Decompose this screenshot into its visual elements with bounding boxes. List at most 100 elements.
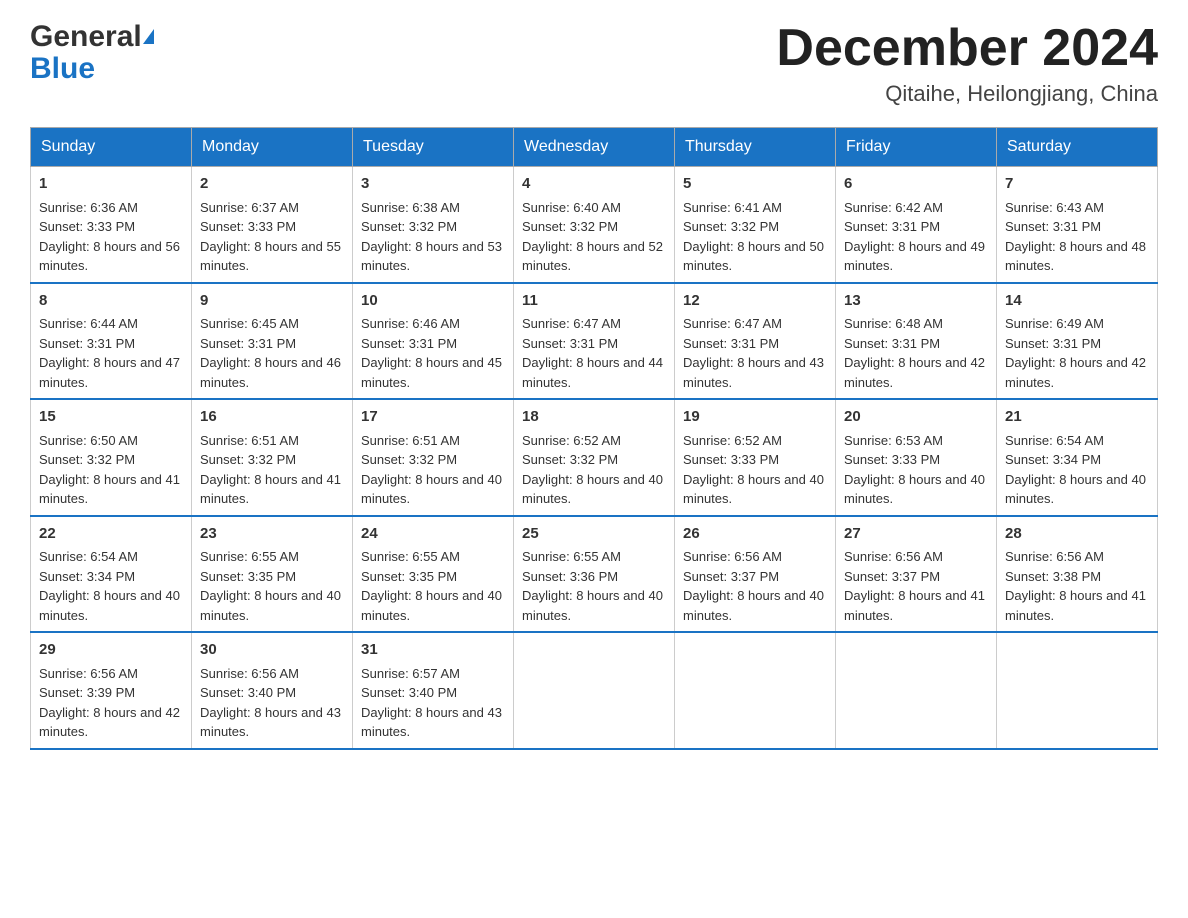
title-section: December 2024 Qitaihe, Heilongjiang, Chi… bbox=[776, 20, 1158, 107]
day-header-friday: Friday bbox=[836, 128, 997, 167]
day-number: 6 bbox=[844, 173, 988, 196]
day-number: 15 bbox=[39, 406, 183, 429]
day-info: Sunrise: 6:53 AMSunset: 3:33 PMDaylight:… bbox=[844, 431, 988, 509]
day-number: 14 bbox=[1005, 290, 1149, 313]
calendar-cell bbox=[514, 632, 675, 749]
logo-blue-text: Blue bbox=[30, 52, 95, 86]
day-info: Sunrise: 6:52 AMSunset: 3:32 PMDaylight:… bbox=[522, 431, 666, 509]
calendar-cell: 18Sunrise: 6:52 AMSunset: 3:32 PMDayligh… bbox=[514, 399, 675, 516]
day-number: 5 bbox=[683, 173, 827, 196]
day-number: 17 bbox=[361, 406, 505, 429]
logo-general-label: General bbox=[30, 20, 142, 54]
day-info: Sunrise: 6:55 AMSunset: 3:35 PMDaylight:… bbox=[200, 547, 344, 625]
day-info: Sunrise: 6:37 AMSunset: 3:33 PMDaylight:… bbox=[200, 198, 344, 276]
calendar-cell: 10Sunrise: 6:46 AMSunset: 3:31 PMDayligh… bbox=[353, 283, 514, 400]
calendar-cell: 4Sunrise: 6:40 AMSunset: 3:32 PMDaylight… bbox=[514, 167, 675, 283]
calendar-cell: 8Sunrise: 6:44 AMSunset: 3:31 PMDaylight… bbox=[31, 283, 192, 400]
day-info: Sunrise: 6:43 AMSunset: 3:31 PMDaylight:… bbox=[1005, 198, 1149, 276]
day-info: Sunrise: 6:54 AMSunset: 3:34 PMDaylight:… bbox=[1005, 431, 1149, 509]
calendar-cell bbox=[675, 632, 836, 749]
day-number: 10 bbox=[361, 290, 505, 313]
day-number: 8 bbox=[39, 290, 183, 313]
calendar-cell: 28Sunrise: 6:56 AMSunset: 3:38 PMDayligh… bbox=[997, 516, 1158, 633]
day-info: Sunrise: 6:51 AMSunset: 3:32 PMDaylight:… bbox=[361, 431, 505, 509]
calendar-cell: 9Sunrise: 6:45 AMSunset: 3:31 PMDaylight… bbox=[192, 283, 353, 400]
day-info: Sunrise: 6:42 AMSunset: 3:31 PMDaylight:… bbox=[844, 198, 988, 276]
day-header-tuesday: Tuesday bbox=[353, 128, 514, 167]
calendar-cell: 29Sunrise: 6:56 AMSunset: 3:39 PMDayligh… bbox=[31, 632, 192, 749]
calendar-cell: 22Sunrise: 6:54 AMSunset: 3:34 PMDayligh… bbox=[31, 516, 192, 633]
day-info: Sunrise: 6:47 AMSunset: 3:31 PMDaylight:… bbox=[522, 314, 666, 392]
day-number: 25 bbox=[522, 523, 666, 546]
calendar-cell: 11Sunrise: 6:47 AMSunset: 3:31 PMDayligh… bbox=[514, 283, 675, 400]
day-number: 11 bbox=[522, 290, 666, 313]
day-number: 22 bbox=[39, 523, 183, 546]
logo: General Blue bbox=[30, 20, 154, 86]
day-number: 9 bbox=[200, 290, 344, 313]
calendar-header: SundayMondayTuesdayWednesdayThursdayFrid… bbox=[31, 128, 1158, 167]
day-info: Sunrise: 6:40 AMSunset: 3:32 PMDaylight:… bbox=[522, 198, 666, 276]
day-number: 1 bbox=[39, 173, 183, 196]
day-number: 16 bbox=[200, 406, 344, 429]
calendar-cell: 14Sunrise: 6:49 AMSunset: 3:31 PMDayligh… bbox=[997, 283, 1158, 400]
day-header-thursday: Thursday bbox=[675, 128, 836, 167]
day-info: Sunrise: 6:55 AMSunset: 3:36 PMDaylight:… bbox=[522, 547, 666, 625]
day-number: 26 bbox=[683, 523, 827, 546]
day-number: 7 bbox=[1005, 173, 1149, 196]
calendar-week-row: 22Sunrise: 6:54 AMSunset: 3:34 PMDayligh… bbox=[31, 516, 1158, 633]
calendar-cell: 3Sunrise: 6:38 AMSunset: 3:32 PMDaylight… bbox=[353, 167, 514, 283]
calendar-cell: 20Sunrise: 6:53 AMSunset: 3:33 PMDayligh… bbox=[836, 399, 997, 516]
calendar-cell: 26Sunrise: 6:56 AMSunset: 3:37 PMDayligh… bbox=[675, 516, 836, 633]
day-number: 31 bbox=[361, 639, 505, 662]
calendar-week-row: 8Sunrise: 6:44 AMSunset: 3:31 PMDaylight… bbox=[31, 283, 1158, 400]
day-info: Sunrise: 6:38 AMSunset: 3:32 PMDaylight:… bbox=[361, 198, 505, 276]
day-info: Sunrise: 6:54 AMSunset: 3:34 PMDaylight:… bbox=[39, 547, 183, 625]
day-info: Sunrise: 6:48 AMSunset: 3:31 PMDaylight:… bbox=[844, 314, 988, 392]
day-info: Sunrise: 6:51 AMSunset: 3:32 PMDaylight:… bbox=[200, 431, 344, 509]
calendar-cell: 30Sunrise: 6:56 AMSunset: 3:40 PMDayligh… bbox=[192, 632, 353, 749]
calendar-cell: 25Sunrise: 6:55 AMSunset: 3:36 PMDayligh… bbox=[514, 516, 675, 633]
day-number: 30 bbox=[200, 639, 344, 662]
day-info: Sunrise: 6:36 AMSunset: 3:33 PMDaylight:… bbox=[39, 198, 183, 276]
day-info: Sunrise: 6:49 AMSunset: 3:31 PMDaylight:… bbox=[1005, 314, 1149, 392]
calendar-week-row: 1Sunrise: 6:36 AMSunset: 3:33 PMDaylight… bbox=[31, 167, 1158, 283]
location-title: Qitaihe, Heilongjiang, China bbox=[776, 81, 1158, 107]
day-number: 20 bbox=[844, 406, 988, 429]
page-header: General Blue December 2024 Qitaihe, Heil… bbox=[30, 20, 1158, 107]
day-info: Sunrise: 6:56 AMSunset: 3:40 PMDaylight:… bbox=[200, 664, 344, 742]
day-info: Sunrise: 6:56 AMSunset: 3:37 PMDaylight:… bbox=[683, 547, 827, 625]
calendar-table: SundayMondayTuesdayWednesdayThursdayFrid… bbox=[30, 127, 1158, 750]
calendar-body: 1Sunrise: 6:36 AMSunset: 3:33 PMDaylight… bbox=[31, 167, 1158, 749]
day-number: 28 bbox=[1005, 523, 1149, 546]
calendar-cell: 15Sunrise: 6:50 AMSunset: 3:32 PMDayligh… bbox=[31, 399, 192, 516]
calendar-cell bbox=[997, 632, 1158, 749]
day-info: Sunrise: 6:56 AMSunset: 3:37 PMDaylight:… bbox=[844, 547, 988, 625]
day-number: 18 bbox=[522, 406, 666, 429]
day-number: 12 bbox=[683, 290, 827, 313]
day-number: 21 bbox=[1005, 406, 1149, 429]
day-info: Sunrise: 6:47 AMSunset: 3:31 PMDaylight:… bbox=[683, 314, 827, 392]
calendar-cell: 16Sunrise: 6:51 AMSunset: 3:32 PMDayligh… bbox=[192, 399, 353, 516]
calendar-cell: 24Sunrise: 6:55 AMSunset: 3:35 PMDayligh… bbox=[353, 516, 514, 633]
logo-arrow-icon bbox=[143, 29, 154, 44]
day-number: 23 bbox=[200, 523, 344, 546]
day-info: Sunrise: 6:41 AMSunset: 3:32 PMDaylight:… bbox=[683, 198, 827, 276]
day-info: Sunrise: 6:55 AMSunset: 3:35 PMDaylight:… bbox=[361, 547, 505, 625]
day-number: 19 bbox=[683, 406, 827, 429]
calendar-cell: 1Sunrise: 6:36 AMSunset: 3:33 PMDaylight… bbox=[31, 167, 192, 283]
day-header-monday: Monday bbox=[192, 128, 353, 167]
calendar-cell: 17Sunrise: 6:51 AMSunset: 3:32 PMDayligh… bbox=[353, 399, 514, 516]
day-headers-row: SundayMondayTuesdayWednesdayThursdayFrid… bbox=[31, 128, 1158, 167]
day-info: Sunrise: 6:56 AMSunset: 3:39 PMDaylight:… bbox=[39, 664, 183, 742]
day-info: Sunrise: 6:57 AMSunset: 3:40 PMDaylight:… bbox=[361, 664, 505, 742]
calendar-cell bbox=[836, 632, 997, 749]
calendar-week-row: 29Sunrise: 6:56 AMSunset: 3:39 PMDayligh… bbox=[31, 632, 1158, 749]
day-header-wednesday: Wednesday bbox=[514, 128, 675, 167]
calendar-cell: 13Sunrise: 6:48 AMSunset: 3:31 PMDayligh… bbox=[836, 283, 997, 400]
day-header-sunday: Sunday bbox=[31, 128, 192, 167]
logo-general-text: General bbox=[30, 20, 154, 54]
day-number: 3 bbox=[361, 173, 505, 196]
day-number: 24 bbox=[361, 523, 505, 546]
calendar-cell: 2Sunrise: 6:37 AMSunset: 3:33 PMDaylight… bbox=[192, 167, 353, 283]
day-info: Sunrise: 6:45 AMSunset: 3:31 PMDaylight:… bbox=[200, 314, 344, 392]
